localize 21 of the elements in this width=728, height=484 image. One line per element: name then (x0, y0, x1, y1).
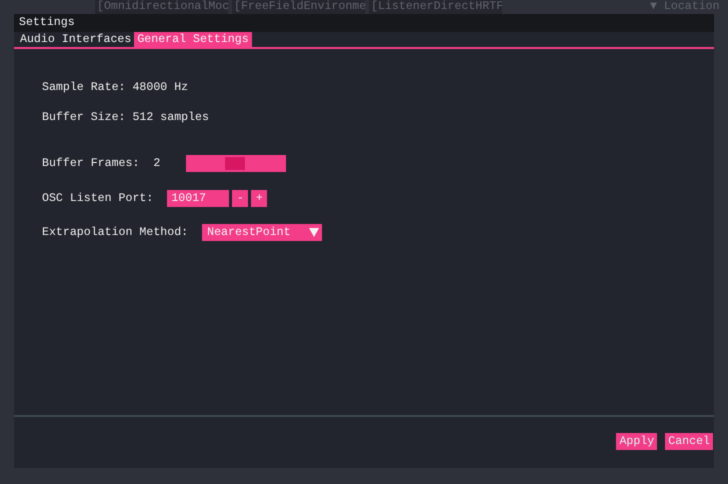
port-input[interactable]: 10017 (167, 190, 230, 207)
increment-button[interactable]: + (251, 190, 268, 207)
panel-header: [FreeFieldEnvironme (232, 0, 365, 14)
field-label: OSC Listen Port: (42, 192, 154, 205)
value-text: 2 (153, 157, 160, 170)
info-text: Sample Rate: 48000 Hz (42, 81, 190, 95)
info-text: Buffer Size: 512 samples (42, 111, 210, 125)
dialog-button[interactable]: Cancel (665, 433, 713, 450)
decrement-button[interactable]: - (232, 190, 248, 207)
dropdown-arrow-icon (309, 228, 320, 237)
slider[interactable] (186, 155, 286, 172)
tab[interactable]: General Settings (134, 32, 252, 47)
field-label: Buffer Frames: (42, 157, 140, 170)
dialog-button[interactable]: Apply (616, 433, 658, 450)
slider-thumb[interactable] (225, 157, 246, 170)
method-dropdown[interactable]: NearestPoint (202, 224, 322, 241)
panel-header: [OmnidirectionalMoc (95, 0, 228, 14)
window-title: Settings (14, 14, 714, 32)
tab[interactable]: Audio Interfaces (17, 32, 134, 47)
panel-header: [ListenerDirectHRTF (369, 0, 502, 14)
field-label: Extrapolation Method: (42, 226, 188, 239)
